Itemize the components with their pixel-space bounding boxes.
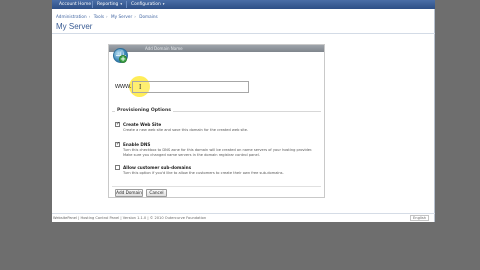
option-title: Create Web Site (123, 122, 162, 127)
breadcrumb-tools[interactable]: Tools (94, 14, 104, 19)
option-description: Turn this option if you'd like to allow … (123, 171, 284, 175)
add-domain-panel: Add Domain Name + www. I Provisioning Op… (108, 44, 325, 198)
header-divider (52, 33, 435, 34)
cancel-button[interactable]: Cancel (146, 189, 167, 197)
nav-account-home[interactable]: Account Home (56, 1, 94, 8)
www-prefix-label: www. (115, 83, 132, 90)
page-title: My Server (56, 22, 93, 31)
nav-label: Account Home (59, 2, 92, 7)
option-description: Turn this checkbox to DNS zone for this … (123, 148, 313, 157)
screen-background: Account Home Reporting ▾ Configuration ▾ A… (0, 0, 480, 270)
button-divider (112, 186, 321, 187)
add-icon: + (119, 55, 127, 63)
allow-sub-domains-checkbox[interactable] (115, 165, 120, 170)
chevron-down-icon: ▾ (162, 2, 165, 6)
breadcrumb-administration[interactable]: Administration (56, 14, 87, 19)
footer-text: WebsitePanel | Hosting Control Panel | V… (53, 216, 207, 220)
chevron-down-icon: ▾ (120, 2, 123, 6)
breadcrumb-separator: › (88, 14, 91, 19)
control-panel-page: Account Home Reporting ▾ Configuration ▾ A… (52, 0, 435, 222)
enable-dns-checkbox[interactable] (115, 141, 120, 147)
text-cursor-icon: I (139, 83, 142, 91)
language-select[interactable]: English (410, 215, 429, 221)
breadcrumb-separator: › (134, 14, 136, 19)
breadcrumb-separator: › (106, 14, 108, 19)
nav-label: Configuration (131, 2, 161, 7)
option-title: Enable DNS (123, 142, 151, 147)
panel-title: Add Domain Name (145, 46, 183, 51)
breadcrumb-my-server[interactable]: My Server (111, 14, 132, 19)
panel-title-bar: Add Domain Name (109, 45, 324, 52)
domain-name-input[interactable] (132, 81, 249, 93)
nav-separator (126, 1, 127, 8)
nav-configuration[interactable]: Configuration ▾ (128, 1, 168, 8)
provisioning-options-heading: Provisioning Options (115, 108, 173, 113)
option-description: Create a new web site and save this doma… (123, 128, 249, 132)
page-footer: WebsitePanel | Hosting Control Panel | V… (52, 213, 435, 222)
nav-separator (92, 1, 93, 8)
nav-reporting[interactable]: Reporting ▾ (94, 1, 125, 8)
nav-label: Reporting (97, 2, 119, 7)
add-domain-button[interactable]: Add Domain (115, 189, 143, 197)
breadcrumb-domains[interactable]: Domains (139, 14, 157, 19)
option-title: Allow customer sub-domains (123, 165, 192, 170)
breadcrumb: Administration › Tools › My Server › Domain… (56, 14, 160, 19)
create-web-site-checkbox[interactable] (115, 121, 120, 127)
top-navigation-bar: Account Home Reporting ▾ Configuration ▾ (52, 0, 435, 9)
